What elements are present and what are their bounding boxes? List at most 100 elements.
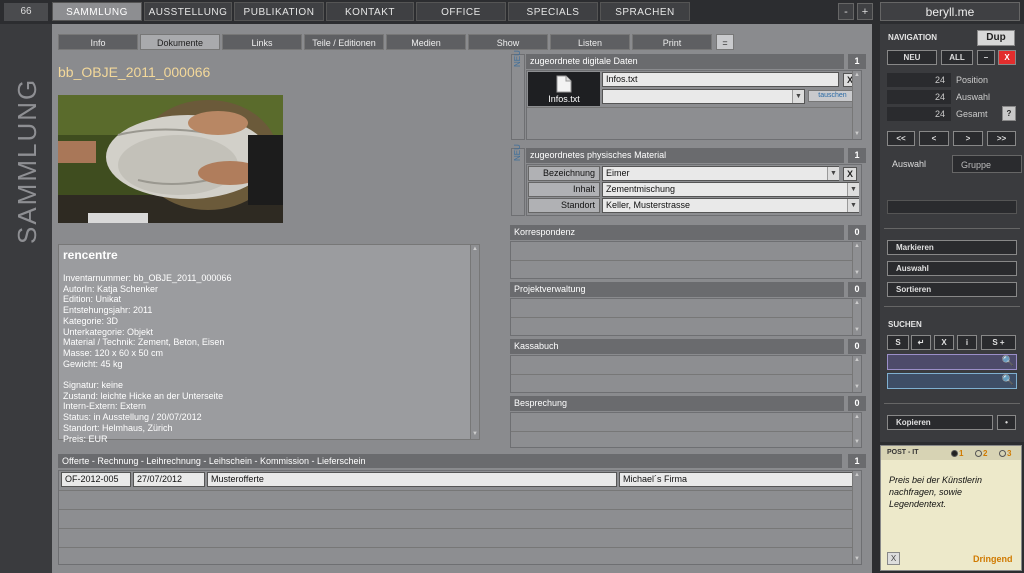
subtab-info[interactable]: Info [58,34,138,50]
search-input-2[interactable]: 🔍 [887,373,1017,389]
enter-search-button[interactable]: ↵ [911,335,931,350]
offer-date-cell[interactable]: 27/07/2012 [133,472,205,487]
subtab-print[interactable]: Print [632,34,712,50]
search-info-button[interactable]: i [957,335,977,350]
show-all-button[interactable]: ALL [941,50,973,65]
selection-value: 24 [887,90,951,104]
offer-title-cell[interactable]: Musterofferte [207,472,617,487]
table-row [59,528,852,529]
description-scrollbar[interactable]: ▲ ▼ [470,245,479,439]
group-list-field[interactable] [887,200,1017,214]
object-photo[interactable] [58,95,283,223]
magnifier-icon: 🔍 [1001,356,1014,367]
subtab-dokumente[interactable]: Dokumente [140,34,220,50]
physical-neu-button[interactable]: NEU [511,144,525,216]
tab-gruppe[interactable]: Gruppe [952,155,1022,173]
subtab-listen[interactable]: Listen [550,34,630,50]
tab-publikation[interactable]: PUBLIKATION [234,2,324,21]
offer-company-cell[interactable]: Michael´s Firma [619,472,857,487]
subtab-show[interactable]: Show [468,34,548,50]
zoom-in-button[interactable]: + [857,3,873,20]
file-thumbnail[interactable]: Infos.txt [528,72,600,106]
inhalt-field[interactable]: Zementmischung [602,182,859,197]
tab-specials[interactable]: SPECIALS [508,2,598,21]
extended-search-button[interactable]: S + [981,335,1016,350]
new-record-button[interactable]: NEU [887,50,937,65]
offers-header[interactable]: Offerte - Rechnung - Leihrechnung - Leih… [58,454,842,468]
row-divider [527,107,852,108]
kassabuch-count: 0 [848,339,866,354]
description-line: AutorIn: Katja Schenker [63,283,159,294]
mark-button[interactable]: Markieren [887,240,1017,255]
first-record-button[interactable]: << [887,131,915,146]
object-title: bb_OBJE_2011_000066 [58,64,211,80]
subtab-equals[interactable]: = [716,34,734,50]
kassabuch-scrollbar[interactable]: ▲ ▼ [852,356,861,392]
copy-options-button[interactable]: • [997,415,1016,430]
label-standort: Standort [528,198,600,213]
record-counter: 66 [4,3,48,21]
zoom-out-button[interactable]: - [838,3,854,20]
korrespondenz-header[interactable]: Korrespondenz [510,225,844,240]
tab-office[interactable]: OFFICE [416,2,506,21]
description-line [59,369,479,380]
next-record-button[interactable]: > [953,131,983,146]
priority-option-1[interactable]: 1 [951,449,963,458]
tab-ausstellung[interactable]: AUSSTELLUNG [144,2,232,21]
subtab-medien[interactable]: Medien [386,34,466,50]
post-it-text[interactable]: Preis bei der Künstlerin nachfragen, sow… [889,474,1015,510]
remove-material-button[interactable]: X [843,167,857,181]
description-line: Preis: EUR [63,433,108,444]
projektverwaltung-scrollbar[interactable]: ▲ ▼ [852,299,861,335]
clear-search-button[interactable]: X [934,335,954,350]
besprechung-scrollbar[interactable]: ▲ ▼ [852,413,861,447]
sculpture-photo-image [58,95,283,223]
post-it-note: POST - IT 1 2 3 Preis bei der Künstlerin… [880,445,1022,571]
korrespondenz-scrollbar[interactable]: ▲ ▼ [852,242,861,278]
selection-button[interactable]: Auswahl [887,261,1017,276]
besprechung-header[interactable]: Besprechung [510,396,844,411]
kassabuch-header[interactable]: Kassabuch [510,339,844,354]
offers-scrollbar[interactable]: ▲ ▼ [852,471,861,564]
table-row [59,509,852,510]
bezeichnung-field[interactable]: Eimer [602,166,839,181]
search-input-1[interactable]: 🔍 [887,354,1017,370]
sort-button[interactable]: Sortieren [887,282,1017,297]
standort-field[interactable]: Keller, Musterstrasse [602,198,859,213]
delete-record-button[interactable]: – [977,50,995,65]
digital-data-scrollbar[interactable]: ▲ ▼ [852,71,861,139]
file-name-field[interactable]: Infos.txt [602,72,839,87]
search-button[interactable]: S [887,335,909,350]
korrespondenz-count: 0 [848,225,866,240]
offer-number-cell[interactable]: OF-2012-005 [61,472,131,487]
chevron-down-icon[interactable]: ▼ [827,167,839,180]
total-value: 24 [887,107,951,121]
tab-sprachen[interactable]: SPRACHEN [600,2,690,21]
priority-option-2[interactable]: 2 [975,449,987,458]
file-type-select[interactable]: ▼ [602,89,805,104]
tab-kontakt[interactable]: KONTAKT [326,2,414,21]
description-line: Status: in Ausstellung / 20/07/2012 [63,412,202,423]
main-content: Info Dokumente Links Teile / Editionen M… [52,24,872,573]
duplicate-button[interactable]: Dup [977,30,1015,46]
besprechung-count: 0 [848,396,866,411]
chevron-down-icon: ▼ [792,90,804,103]
post-it-close-button[interactable]: X [887,552,900,565]
tab-sammlung[interactable]: SAMMLUNG [52,2,142,21]
close-icon[interactable]: X [998,50,1016,65]
chevron-down-icon[interactable]: ▼ [847,199,859,212]
magnifier-icon: 🔍 [1001,375,1014,386]
tab-auswahl[interactable]: Auswahl [884,155,950,173]
swap-file-button[interactable]: tauschen [808,90,857,102]
subtab-teile-editionen[interactable]: Teile / Editionen [304,34,384,50]
projektverwaltung-header[interactable]: Projektverwaltung [510,282,844,297]
digital-data-count: 1 [848,54,866,69]
digital-neu-button[interactable]: NEU [511,50,525,140]
help-button[interactable]: ? [1002,106,1016,121]
last-record-button[interactable]: >> [987,131,1016,146]
previous-record-button[interactable]: < [919,131,949,146]
copy-button[interactable]: Kopieren [887,415,993,430]
priority-option-3[interactable]: 3 [999,449,1011,458]
chevron-down-icon[interactable]: ▼ [847,183,859,196]
subtab-links[interactable]: Links [222,34,302,50]
